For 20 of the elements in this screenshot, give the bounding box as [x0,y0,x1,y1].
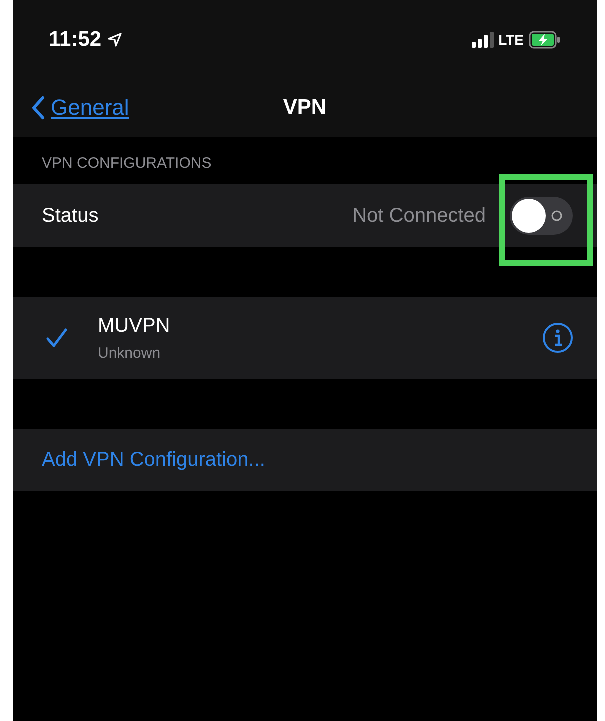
chevron-left-icon [31,96,45,120]
configuration-subtitle: Unknown [98,344,162,364]
toggle-switch[interactable] [510,196,573,234]
add-vpn-configuration-button[interactable]: Add VPN Configuration... [13,429,597,491]
vpn-configuration-row[interactable]: MUVPN Unknown [13,297,597,379]
network-type: LTE [498,30,524,50]
section-header: VPN CONFIGURATIONS [42,154,212,174]
status-value: Not Connected [352,204,486,228]
status-label: Status [42,204,99,228]
clock-time: 11:52 [49,27,102,54]
back-button[interactable]: General [31,91,130,124]
toggle-knob [512,198,546,232]
checkmark-icon [46,328,68,348]
page-title: VPN [283,94,327,121]
battery-charging-icon [529,31,561,49]
signal-icon [472,32,494,48]
off-ring-icon [551,210,563,222]
info-icon[interactable] [542,322,574,354]
configuration-name: MUVPN [98,314,170,339]
location-arrow-icon [108,33,122,47]
